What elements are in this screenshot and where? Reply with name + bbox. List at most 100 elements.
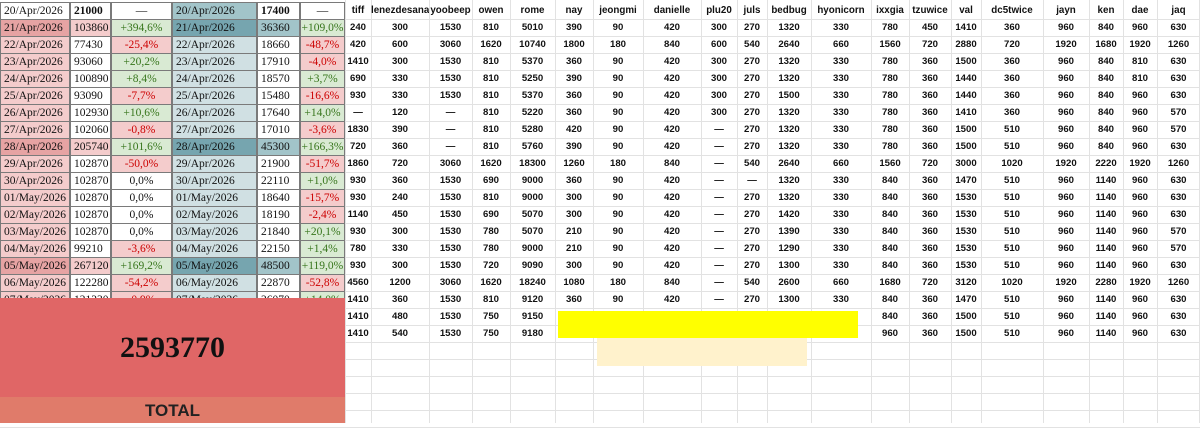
user-value-cell[interactable]: 9000: [510, 172, 555, 189]
user-value-cell[interactable]: 18300: [510, 155, 555, 172]
user-value-cell[interactable]: 720: [472, 257, 510, 274]
user-value-cell[interactable]: 960: [1123, 223, 1157, 240]
percent-change-cell[interactable]: +101,6%: [111, 138, 172, 156]
user-value-cell[interactable]: 720: [981, 36, 1043, 53]
user-value-cell[interactable]: 960: [1123, 87, 1157, 104]
user-value-cell[interactable]: 630: [1157, 19, 1200, 36]
user-value-cell[interactable]: 1920: [1123, 36, 1157, 53]
user-value-cell[interactable]: 540: [737, 274, 767, 291]
user-value-cell[interactable]: 960: [1123, 138, 1157, 155]
user-value-cell[interactable]: 1530: [429, 70, 472, 87]
user-value-cell[interactable]: 360: [981, 53, 1043, 70]
user-value-cell[interactable]: 2220: [1089, 155, 1123, 172]
user-value-cell[interactable]: 720: [909, 274, 951, 291]
user-value-cell[interactable]: 360: [909, 104, 951, 121]
user-value-cell[interactable]: 330: [811, 121, 871, 138]
user-value-cell[interactable]: 360: [981, 19, 1043, 36]
user-value-cell[interactable]: 90: [593, 172, 643, 189]
date-cell-secondary[interactable]: 24/Apr/2026: [172, 70, 257, 88]
total-cell[interactable]: 102870: [70, 155, 111, 173]
user-value-cell[interactable]: 360: [909, 189, 951, 206]
user-value-cell[interactable]: 90: [593, 189, 643, 206]
date-cell-secondary[interactable]: 02/May/2026: [172, 206, 257, 224]
user-value-cell[interactable]: 270: [737, 223, 767, 240]
total-cell[interactable]: 99210: [70, 240, 111, 258]
user-value-cell[interactable]: 630: [1157, 257, 1200, 274]
user-value-cell[interactable]: 1260: [1157, 274, 1200, 291]
user-value-cell[interactable]: 630: [1157, 172, 1200, 189]
user-value-cell[interactable]: —: [737, 172, 767, 189]
user-value-cell[interactable]: 210: [555, 223, 593, 240]
column-header-user[interactable]: val: [951, 2, 981, 19]
user-value-cell[interactable]: 90: [593, 138, 643, 155]
column-header-user[interactable]: ken: [1089, 2, 1123, 19]
user-value-cell[interactable]: 420: [643, 206, 701, 223]
user-value-cell[interactable]: 1830: [345, 121, 371, 138]
user-value-cell[interactable]: 600: [371, 36, 429, 53]
user-value-cell[interactable]: 1470: [951, 291, 981, 308]
user-value-cell[interactable]: 1530: [951, 257, 981, 274]
user-value-cell[interactable]: 780: [871, 87, 909, 104]
user-value-cell[interactable]: 840: [643, 274, 701, 291]
user-value-cell[interactable]: 510: [981, 325, 1043, 342]
date-cell-secondary[interactable]: 28/Apr/2026: [172, 138, 257, 156]
user-value-cell[interactable]: 1560: [871, 36, 909, 53]
user-value-cell[interactable]: 180: [593, 36, 643, 53]
user-value-cell[interactable]: 750: [472, 325, 510, 342]
user-value-cell[interactable]: —: [429, 138, 472, 155]
highlight-cell-cream[interactable]: [597, 338, 807, 366]
user-value-cell[interactable]: 420: [643, 104, 701, 121]
percent-change-cell[interactable]: 0,0%: [111, 189, 172, 207]
user-value-cell[interactable]: 1140: [1089, 206, 1123, 223]
percent-change-cell-secondary[interactable]: -2,4%: [300, 206, 345, 224]
user-value-cell[interactable]: 450: [371, 206, 429, 223]
user-value-cell[interactable]: —: [701, 257, 737, 274]
percent-change-cell[interactable]: -3,6%: [111, 240, 172, 258]
user-value-cell[interactable]: 780: [472, 223, 510, 240]
date-cell[interactable]: 30/Apr/2026: [0, 172, 70, 190]
total-cell[interactable]: 102870: [70, 223, 111, 241]
user-value-cell[interactable]: 1530: [429, 172, 472, 189]
user-value-cell[interactable]: 360: [555, 172, 593, 189]
user-value-cell[interactable]: 1470: [951, 172, 981, 189]
user-value-cell[interactable]: 1420: [767, 206, 811, 223]
user-value-cell[interactable]: 1390: [767, 223, 811, 240]
user-value-cell[interactable]: 840: [643, 155, 701, 172]
user-value-cell[interactable]: 1260: [1157, 36, 1200, 53]
user-value-cell[interactable]: 960: [1043, 206, 1089, 223]
user-value-cell[interactable]: 1410: [345, 308, 371, 325]
user-value-cell[interactable]: 360: [909, 53, 951, 70]
user-value-cell[interactable]: 4560: [345, 274, 371, 291]
user-value-cell[interactable]: 810: [472, 189, 510, 206]
user-value-cell[interactable]: 840: [871, 240, 909, 257]
user-value-cell[interactable]: 90: [593, 223, 643, 240]
percent-change-cell-secondary[interactable]: -15,7%: [300, 189, 345, 207]
user-value-cell[interactable]: 300: [371, 257, 429, 274]
user-value-cell[interactable]: 18240: [510, 274, 555, 291]
user-value-cell[interactable]: 630: [1157, 138, 1200, 155]
column-header-user[interactable]: plu20: [701, 2, 737, 19]
user-value-cell[interactable]: 360: [909, 223, 951, 240]
user-value-cell[interactable]: 360: [981, 87, 1043, 104]
total-cell[interactable]: 77430: [70, 36, 111, 54]
user-value-cell[interactable]: 960: [1043, 257, 1089, 274]
total-cell[interactable]: 21000: [70, 2, 111, 20]
column-header-user[interactable]: nay: [555, 2, 593, 19]
subtotal-cell[interactable]: 48500: [257, 257, 300, 275]
user-value-cell[interactable]: 1620: [472, 155, 510, 172]
highlight-cell-yellow[interactable]: [558, 311, 858, 338]
user-value-cell[interactable]: 360: [909, 138, 951, 155]
user-value-cell[interactable]: 5760: [510, 138, 555, 155]
user-value-cell[interactable]: 510: [981, 121, 1043, 138]
date-cell-secondary[interactable]: 06/May/2026: [172, 274, 257, 292]
user-value-cell[interactable]: 840: [871, 291, 909, 308]
user-value-cell[interactable]: 570: [1157, 104, 1200, 121]
user-value-cell[interactable]: 750: [472, 308, 510, 325]
user-value-cell[interactable]: 90: [593, 53, 643, 70]
percent-change-cell-secondary[interactable]: +1,4%: [300, 240, 345, 258]
user-value-cell[interactable]: 1530: [429, 206, 472, 223]
user-value-cell[interactable]: 300: [701, 87, 737, 104]
user-value-cell[interactable]: 840: [871, 206, 909, 223]
user-value-cell[interactable]: 960: [1123, 240, 1157, 257]
user-value-cell[interactable]: —: [345, 104, 371, 121]
